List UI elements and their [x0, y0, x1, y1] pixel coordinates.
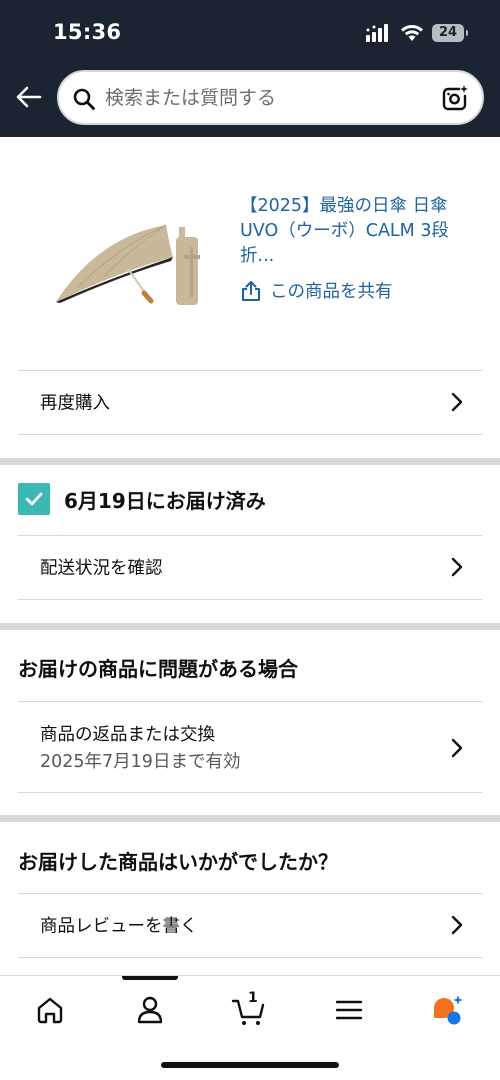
share-product-link[interactable]: この商品を共有 [240, 278, 393, 303]
home-icon [37, 997, 63, 1024]
active-tab-indicator [122, 976, 178, 980]
return-exchange-row[interactable]: 商品の返品または交換 2025年7月19日まで有効 [0, 703, 500, 793]
status-time: 15:36 [53, 20, 122, 44]
share-label: この商品を共有 [270, 282, 393, 302]
tab-menu[interactable] [331, 992, 367, 1028]
search-icon [73, 88, 95, 110]
order-detail-content: 【2025】最強の日傘 日傘 UVO（ウーボ）CALM 3段折... この商品を… [0, 137, 500, 975]
section-separator [0, 815, 500, 822]
divider [18, 792, 482, 793]
rebuy-row[interactable]: 再度購入 [0, 370, 500, 434]
feedback-section-title: お届けした商品はいかがでしたか？ [18, 850, 338, 874]
write-review-row[interactable]: 商品レビューを書く [0, 893, 500, 957]
status-bar: 15:36 24 [0, 0, 500, 64]
camera-icon [442, 85, 468, 111]
divider [18, 957, 482, 958]
section-separator [0, 623, 500, 630]
search-input[interactable] [105, 80, 425, 116]
section-separator [0, 458, 500, 465]
delivered-check-icon [18, 483, 50, 515]
chevron-right-icon [451, 915, 463, 935]
cellular-signal-icon [366, 24, 392, 42]
rufus-icon [434, 995, 463, 1025]
share-icon [242, 280, 260, 301]
divider [18, 701, 482, 702]
tab-account[interactable] [132, 992, 168, 1028]
return-title: 商品の返品または交換 [40, 725, 215, 745]
track-package-row[interactable]: 配送状況を確認 [0, 535, 500, 599]
write-review-label: 商品レビューを書く [40, 916, 198, 937]
chevron-right-icon [451, 557, 463, 577]
return-deadline: 2025年7月19日まで有効 [40, 752, 241, 772]
back-arrow-icon [16, 86, 42, 108]
chevron-right-icon [451, 738, 463, 758]
back-button[interactable] [14, 82, 44, 112]
product-title-link[interactable]: 【2025】最強の日傘 日傘 UVO（ウーボ）CALM 3段折... [240, 194, 480, 269]
battery-indicator: 24 [432, 24, 468, 42]
camera-search-button[interactable] [440, 83, 470, 113]
tab-rufus[interactable] [430, 992, 466, 1028]
divider [18, 434, 482, 435]
wifi-icon [400, 24, 424, 42]
chevron-right-icon [451, 392, 463, 412]
search-bar[interactable] [57, 70, 484, 125]
status-indicators: 24 [366, 22, 468, 44]
product-image[interactable] [48, 217, 208, 307]
delivery-status: 6月19日にお届け済み [18, 483, 266, 515]
divider [18, 599, 482, 600]
tab-cart[interactable]: 1 [231, 990, 267, 1028]
account-icon [137, 996, 163, 1024]
menu-icon [335, 1000, 363, 1020]
home-indicator [161, 1062, 339, 1068]
rebuy-label: 再度購入 [40, 393, 110, 414]
app-header: 15:36 24 [0, 0, 500, 137]
track-package-label: 配送状況を確認 [40, 558, 163, 579]
delivery-status-text: 6月19日にお届け済み [64, 488, 266, 513]
cart-count-badge: 1 [248, 990, 258, 1006]
tab-home[interactable] [32, 992, 68, 1028]
problem-section-title: お届けの商品に問題がある場合 [18, 657, 298, 681]
